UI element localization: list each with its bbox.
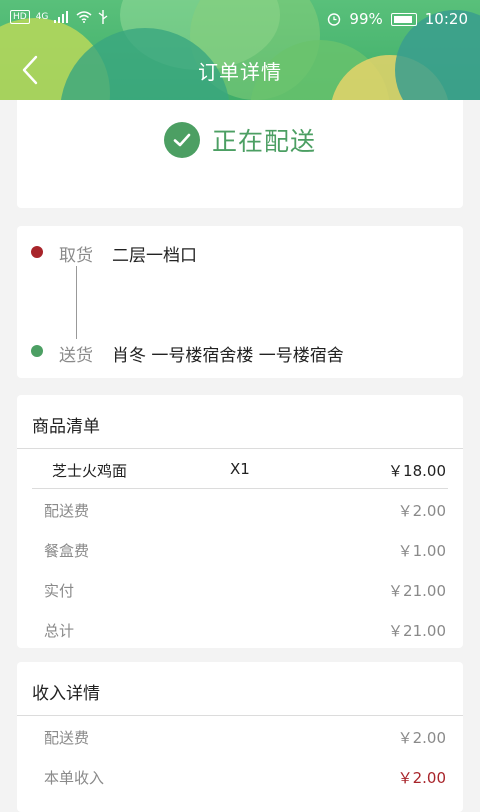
order-income-value: ￥2.00 <box>397 769 446 787</box>
check-circle-icon <box>163 122 200 158</box>
goods-list-card: 商品清单 芝士火鸡面 X1 ￥18.00 配送费 ￥2.00 餐盒费 ￥1.00… <box>17 395 463 648</box>
wifi-icon <box>76 11 92 23</box>
goods-item-qty: X1 <box>230 460 250 478</box>
signal-icon <box>54 11 69 23</box>
alarm-icon <box>328 13 341 26</box>
box-fee-value: ￥1.00 <box>397 542 446 560</box>
battery-percent: 99% <box>349 10 383 28</box>
goods-item-price: ￥18.00 <box>388 462 446 480</box>
order-status-text: 正在配送 <box>211 127 316 156</box>
paid-value: ￥21.00 <box>388 582 446 600</box>
total-value: ￥21.00 <box>388 622 446 640</box>
network-type: 4G <box>35 12 49 22</box>
network-badge: HD <box>10 10 30 24</box>
pickup-label: 取货 <box>59 246 93 266</box>
page-title: 订单详情 <box>198 60 282 84</box>
divider <box>32 488 448 489</box>
header: HD 4G 99% 10:20 订单详情 <box>0 0 480 100</box>
income-detail-title: 收入详情 <box>32 684 100 704</box>
paid-label: 实付 <box>44 582 75 600</box>
income-delivery-fee-value: ￥2.00 <box>397 729 446 747</box>
box-fee-label: 餐盒费 <box>44 542 90 560</box>
divider <box>17 715 463 716</box>
delivery-fee-value: ￥2.00 <box>397 502 446 520</box>
clock: 10:20 <box>424 10 468 28</box>
delivery-dot-icon <box>31 345 43 357</box>
income-delivery-fee-label: 配送费 <box>44 729 90 747</box>
route-card: 取货 二层一档口 送货 肖冬 一号楼宿舍楼 一号楼宿舍 <box>17 226 463 378</box>
order-income-label: 本单收入 <box>44 769 105 787</box>
status-bar: HD 4G 99% 10:20 <box>0 0 480 40</box>
pickup-address: 二层一档口 <box>112 246 197 266</box>
delivery-label: 送货 <box>59 346 93 366</box>
goods-item-name: 芝士火鸡面 <box>52 462 128 480</box>
goods-list-title: 商品清单 <box>32 417 100 437</box>
total-label: 总计 <box>44 622 75 640</box>
usb-icon <box>98 10 108 24</box>
order-status-card: 正在配送 <box>17 100 463 208</box>
income-detail-card: 收入详情 配送费 ￥2.00 本单收入 ￥2.00 <box>17 662 463 812</box>
route-connector <box>76 266 77 339</box>
delivery-fee-label: 配送费 <box>44 502 90 520</box>
delivery-address: 肖冬 一号楼宿舍楼 一号楼宿舍 <box>112 346 344 366</box>
battery-icon <box>390 12 417 26</box>
pickup-dot-icon <box>31 246 43 258</box>
divider <box>17 448 463 449</box>
